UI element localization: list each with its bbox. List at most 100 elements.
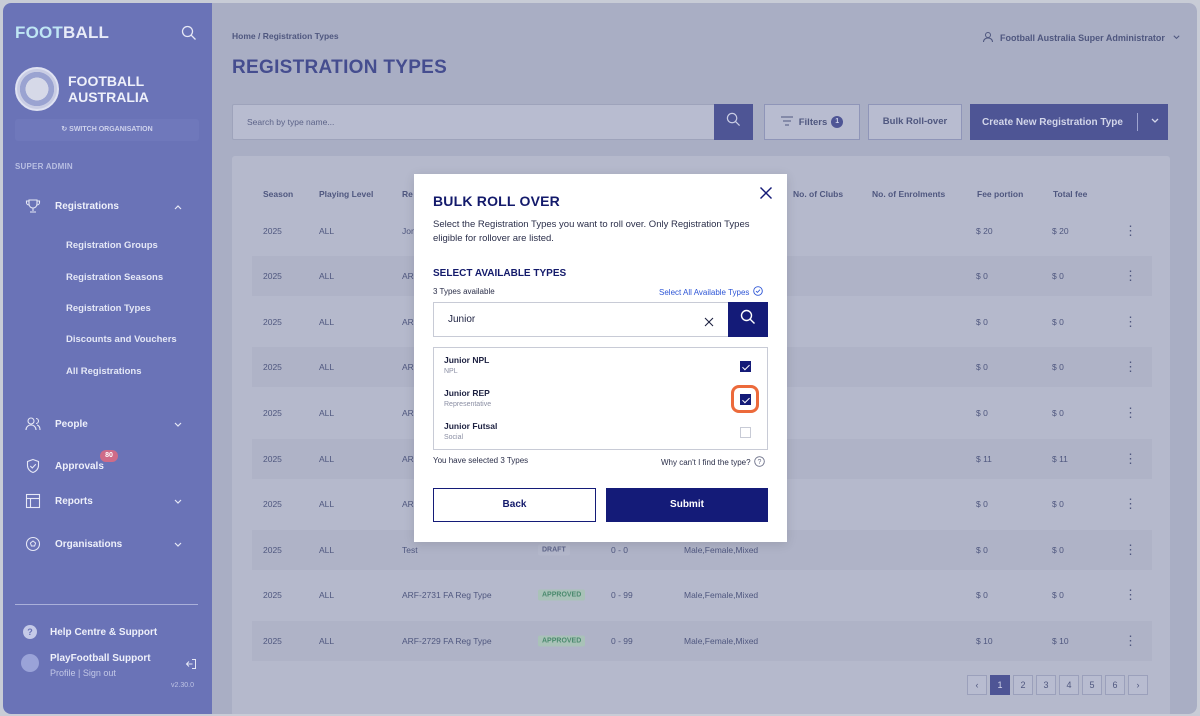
cell-season: 2025 [263,271,282,281]
switch-organisation-label: SWITCH ORGANISATION [69,126,153,133]
user-role-label: Football Australia Super Administrator [1000,33,1165,43]
user-menu[interactable]: Football Australia Super Administrator [982,31,1181,45]
option-category: NPL [444,368,458,375]
help-link-label: Why can't I find the type? [661,458,751,467]
logo-part1: FOOT [15,23,64,42]
football-icon [23,535,43,553]
page-button[interactable]: 3 [1036,675,1056,695]
page-title: REGISTRATION TYPES [232,57,448,78]
sidebar-divider [15,604,198,605]
org-name-line2: AUSTRALIA [68,89,149,105]
cell-age-range: 0 - 99 [611,636,633,646]
chevron-down-icon[interactable] [1150,116,1160,129]
people-icon [23,415,43,433]
table-row[interactable]: 2025 ALL ARF-2729 FA Reg Type 0 - 99 Male,Fe… [252,621,1152,661]
user-icon [982,31,994,45]
nav-reports-label: Reports [55,495,93,507]
bulk-rollover-button[interactable]: Bulk Roll-over [868,104,962,140]
checkbox-junior-npl[interactable] [740,361,751,372]
cell-fee-portion: $ 0 [976,408,988,418]
cell-gender: Male,Female,Mixed [684,590,759,600]
col-enrolments[interactable]: No. of Enrolments [872,189,945,199]
section-heading: SELECT AVAILABLE TYPES [433,268,567,279]
switch-organisation-button[interactable]: ↻ SWITCH ORGANISATION [15,119,199,141]
nav-registrations[interactable]: Registrations [23,197,119,215]
page-button[interactable]: 2 [1013,675,1033,695]
prev-page-button[interactable]: ‹ [967,675,987,695]
col-season[interactable]: Season [263,189,293,199]
col-clubs[interactable]: No. of Clubs [793,189,843,199]
chevron-down-icon[interactable] [173,417,183,435]
kebab-menu-icon[interactable]: ⋮ [1124,587,1137,603]
col-playing-level[interactable]: Playing Level [319,189,373,199]
submit-button[interactable]: Submit [606,488,768,522]
back-button[interactable]: Back [433,488,596,522]
breadcrumb[interactable]: Home / Registration Types [232,31,339,41]
cell-playing-level: ALL [319,317,335,327]
cell-total-fee: $ 20 [1052,226,1069,236]
chevron-down-icon[interactable] [173,494,183,512]
reports-icon [23,492,43,510]
checkbox-junior-futsal[interactable] [740,427,751,438]
clear-search-icon[interactable] [704,314,714,332]
page-button[interactable]: 6 [1105,675,1125,695]
list-item[interactable]: Junior NPL NPL [444,355,489,375]
sub-item-registration-types[interactable]: Registration Types [66,303,151,314]
kebab-menu-icon[interactable]: ⋮ [1124,633,1137,649]
nav-people[interactable]: People [23,415,88,433]
col-fee-portion[interactable]: Fee portion [977,189,1023,199]
kebab-menu-icon[interactable]: ⋮ [1124,542,1137,558]
profile-signout-links[interactable]: Profile | Sign out [50,668,151,678]
type-search-button[interactable] [728,302,768,337]
search-icon[interactable] [181,25,197,46]
list-item[interactable]: Junior REP Representative [444,388,491,408]
page-button[interactable]: 5 [1082,675,1102,695]
kebab-menu-icon[interactable]: ⋮ [1124,314,1137,330]
cell-fee-portion: $ 0 [976,317,988,327]
next-page-button[interactable]: › [1128,675,1148,695]
option-name: Junior REP [444,388,490,398]
kebab-menu-icon[interactable]: ⋮ [1124,496,1137,512]
status-badge: DRAFT [538,544,570,556]
chevron-down-icon[interactable] [173,537,183,555]
org-logo [15,67,59,111]
app-logo: FOOTBALL [15,23,109,43]
close-icon[interactable] [756,183,776,203]
cell-fee-portion: $ 20 [976,226,993,236]
select-all-link[interactable]: Select All Available Types [659,286,764,298]
filters-button[interactable]: Filters 1 [764,104,860,140]
sub-item-all-registrations[interactable]: All Registrations [66,366,142,377]
kebab-menu-icon[interactable]: ⋮ [1124,359,1137,375]
sub-item-registration-groups[interactable]: Registration Groups [66,240,158,251]
nav-organisations[interactable]: Organisations [23,535,122,553]
chevron-up-icon[interactable] [173,199,183,217]
type-search-input[interactable]: Junior [433,302,729,337]
cell-playing-level: ALL [319,226,335,236]
sub-item-registration-seasons[interactable]: Registration Seasons [66,272,163,283]
logout-icon[interactable] [185,657,197,675]
table-row[interactable]: 2025 ALL ARF-2731 FA Reg Type 0 - 99 Male,Fe… [252,575,1152,615]
search-icon [740,309,756,330]
nav-approvals[interactable]: Approvals [23,457,104,475]
kebab-menu-icon[interactable]: ⋮ [1124,451,1137,467]
create-registration-type-button[interactable]: Create New Registration Type [970,104,1168,140]
list-item[interactable]: Junior Futsal Social [444,421,497,441]
selected-count: You have selected 3 Types [433,456,529,465]
col-total-fee[interactable]: Total fee [1053,189,1087,199]
select-all-label: Select All Available Types [659,287,750,297]
help-link[interactable]: Why can't I find the type? ? [661,456,765,469]
help-centre-link[interactable]: ? Help Centre & Support [23,625,157,639]
search-button[interactable] [714,104,753,140]
nav-registrations-label: Registrations [55,200,119,212]
cell-gender: Male,Female,Mixed [684,545,759,555]
col-registration-type[interactable]: Re [402,189,413,199]
sub-item-discounts-vouchers[interactable]: Discounts and Vouchers [66,334,177,345]
page-button[interactable]: 1 [990,675,1010,695]
search-input[interactable]: Search by type name... [232,104,753,140]
kebab-menu-icon[interactable]: ⋮ [1124,405,1137,421]
cell-season: 2025 [263,226,282,236]
kebab-menu-icon[interactable]: ⋮ [1124,268,1137,284]
kebab-menu-icon[interactable]: ⋮ [1124,223,1137,239]
page-button[interactable]: 4 [1059,675,1079,695]
nav-reports[interactable]: Reports [23,492,93,510]
